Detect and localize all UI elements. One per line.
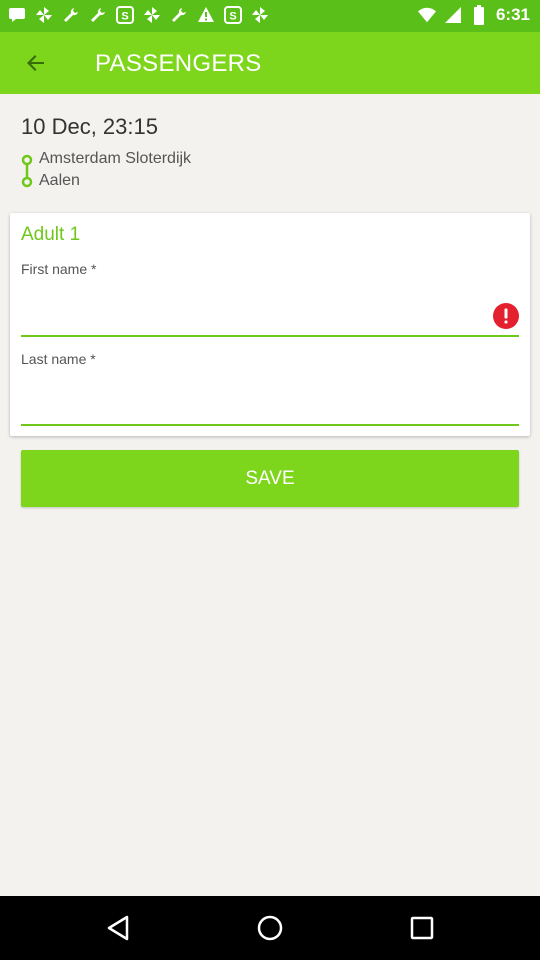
trip-datetime: 10 Dec, 23:15 [21,114,158,139]
wrench-icon [89,6,107,24]
nav-home-button[interactable] [252,912,288,944]
error-icon [493,303,519,334]
departure-station: Amsterdam Sloterdijk [39,150,192,167]
route-icon [21,154,33,188]
signal-icon [444,6,462,24]
clock: 6:31 [495,5,530,24]
s-app-icon: S [224,6,242,24]
first-name-field [21,297,519,337]
wifi-icon [417,6,436,24]
s-app-icon: S [116,6,134,24]
last-name-field [21,386,519,426]
nav-back-icon [107,915,129,941]
save-button[interactable]: SAVE [21,450,519,507]
pinwheel-icon [251,6,269,24]
nav-home-icon [257,915,283,941]
nav-back-button[interactable] [100,912,136,944]
first-name-label: First name * [21,261,97,277]
nav-recents-button[interactable] [404,912,440,944]
trip-summary: 10 Dec, 23:15 [21,114,158,140]
passenger-card: Adult 1 First name * Last name * [10,213,530,436]
back-button[interactable] [14,41,58,85]
app-bar: PASSENGERS [0,32,540,94]
last-name-label: Last name * [21,351,96,367]
navigation-bar [0,896,540,960]
arrow-back-icon [27,55,44,71]
wrench-icon [62,6,80,24]
svg-text:S: S [121,11,128,23]
pinwheel-icon [143,6,161,24]
first-name-input[interactable] [21,297,519,337]
status-bar: S S 6:31 [0,0,540,32]
system-status: 6:31 [417,5,530,25]
arrival-station: Aalen [39,172,80,189]
battery-icon [470,5,488,25]
nav-recents-icon [410,916,434,940]
wrench-icon [170,6,188,24]
page-title: PASSENGERS [95,50,262,77]
pinwheel-icon [35,6,53,24]
last-name-input[interactable] [21,386,519,426]
warning-icon [197,6,215,24]
passenger-heading: Adult 1 [21,224,81,245]
message-icon [8,6,26,24]
notification-icons: S S [8,6,269,24]
svg-text:S: S [229,11,236,23]
